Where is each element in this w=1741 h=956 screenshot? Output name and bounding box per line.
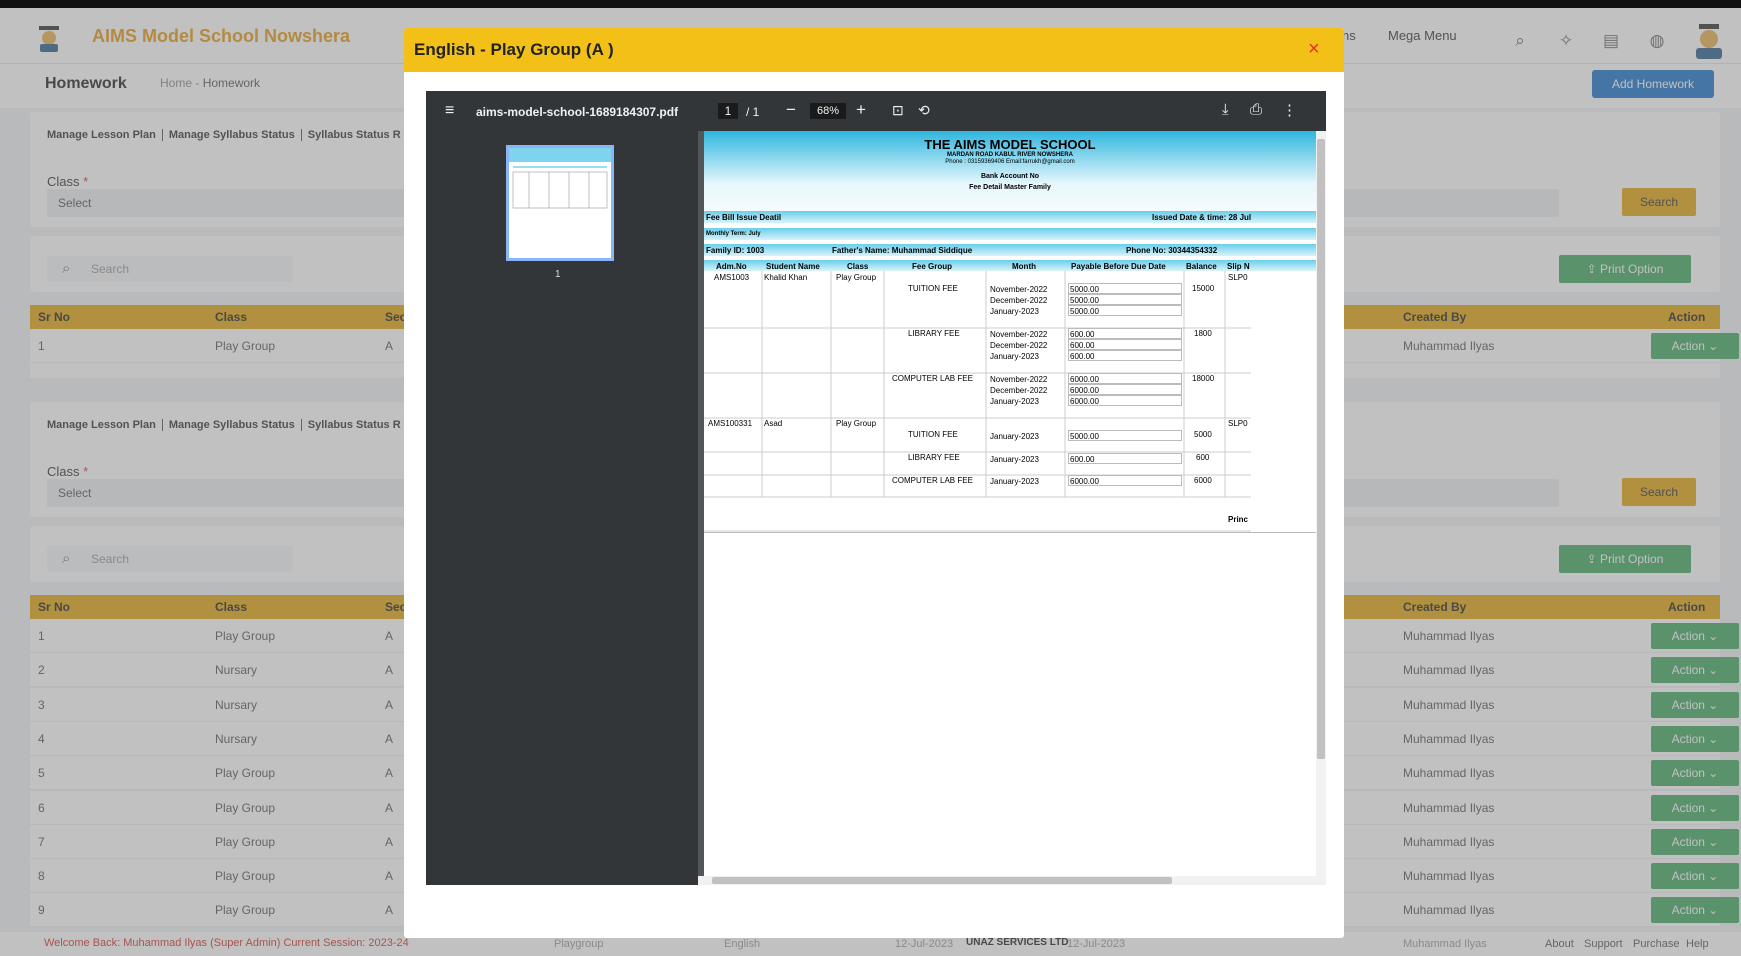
fee-month: January-2023: [990, 477, 1039, 486]
father-name: Father's Name: Muhammad Siddique: [832, 246, 973, 255]
fee-balance: 15000: [1192, 284, 1215, 293]
horizontal-scrollbar[interactable]: [698, 876, 1326, 885]
family-id: Family ID: 1003: [706, 246, 765, 255]
fee-amount: 6000.00: [1070, 386, 1099, 395]
fee-month: December-2022: [990, 341, 1048, 350]
zoom-in-icon[interactable]: +: [856, 100, 866, 120]
fee-balance: 18000: [1192, 374, 1215, 383]
pdf-toolbar: ≡ aims-model-school-1689184307.pdf 1 / 1…: [426, 91, 1326, 131]
col-month: Month: [1012, 262, 1036, 271]
fee-month: December-2022: [990, 386, 1048, 395]
fee-balance: 5000: [1194, 430, 1212, 439]
pdf-modal: English - Play Group (A ) × ≡ aims-model…: [404, 28, 1344, 938]
doc-bank: Bank Account No: [980, 173, 1040, 180]
fee-balance: 1800: [1194, 329, 1212, 338]
pdf-page: THE AIMS MODEL SCHOOL MARDAN ROAD KABUL …: [704, 131, 1316, 876]
vertical-scroll-thumb[interactable]: [1317, 139, 1325, 759]
fee-amount: 5000.00: [1070, 432, 1099, 441]
student-class: Play Group: [836, 273, 877, 282]
fee-month: January-2023: [990, 397, 1039, 406]
fee-group: LIBRARY FEE: [908, 453, 960, 462]
student-slip: SLP0: [1228, 419, 1248, 428]
fee-balance: 6000: [1194, 476, 1212, 485]
phone-no: Phone No: 30344354332: [1126, 246, 1218, 255]
doc-school-name: THE AIMS MODEL SCHOOL: [924, 137, 1096, 152]
col-fee-group: Fee Group: [912, 262, 953, 271]
fee-group: COMPUTER LAB FEE: [892, 476, 973, 485]
col-student-name: Student Name: [766, 262, 820, 271]
fee-amount: 600.00: [1070, 352, 1095, 361]
fee-amount: 600.00: [1070, 341, 1095, 350]
fee-amount: 6000.00: [1070, 375, 1099, 384]
page-input[interactable]: 1: [718, 103, 738, 119]
col-doc-class: Class: [847, 262, 869, 271]
bill-title: Fee Bill Issue Deatil: [706, 213, 782, 222]
fit-page-icon[interactable]: ⊡: [892, 102, 904, 119]
pdf-filename: aims-model-school-1689184307.pdf: [476, 105, 679, 119]
fee-month: January-2023: [990, 307, 1039, 316]
fee-balance: 600: [1196, 453, 1210, 462]
modal-header: English - Play Group (A ) ×: [404, 28, 1344, 72]
bill-band: Fee Bill Issue Deatil Issued Date & time:…: [704, 211, 1316, 223]
fee-amount: 600.00: [1070, 455, 1095, 464]
issued-date: Issued Date & time: 28 Jul: [1152, 213, 1252, 222]
thumbnail-preview: [509, 148, 611, 209]
fee-amount: 5000.00: [1070, 307, 1099, 316]
print-icon[interactable]: ⎙: [1250, 101, 1262, 118]
page-divider: [704, 532, 1316, 533]
fee-amount: 5000.00: [1070, 296, 1099, 305]
more-options-icon[interactable]: ⋮: [1282, 101, 1297, 119]
fee-month: January-2023: [990, 352, 1039, 361]
thumbnail-label: 1: [555, 269, 561, 280]
term-band: Monthly Term: July: [704, 228, 1316, 240]
family-band: Family ID: 1003 Father's Name: Muhammad S…: [704, 244, 1316, 256]
fee-amount: 5000.00: [1070, 285, 1099, 294]
columns-band: Adm.No Student Name Class Fee Group Mont…: [704, 260, 1316, 271]
doc-subtitle: Fee Detail Master Family: [969, 184, 1051, 191]
vertical-scrollbar[interactable]: [1316, 131, 1326, 876]
student-adm: AMS100331: [708, 419, 753, 428]
monthly-term: Monthly Term: July: [706, 231, 761, 237]
thumbnail-sidebar: 1: [426, 131, 698, 885]
student-name: Khalid Khan: [764, 273, 808, 282]
fee-amount: 6000.00: [1070, 477, 1099, 486]
menu-icon[interactable]: ≡: [445, 102, 454, 120]
col-slip: Slip N: [1227, 262, 1250, 271]
col-adm-no: Adm.No: [716, 262, 747, 271]
download-icon[interactable]: ⤓: [1222, 101, 1229, 118]
fee-group: TUITION FEE: [908, 284, 958, 293]
page-thumbnail[interactable]: [506, 145, 614, 261]
fee-amount: 6000.00: [1070, 397, 1099, 406]
fee-month: January-2023: [990, 432, 1039, 441]
fee-month: November-2022: [990, 375, 1048, 384]
student-adm: AMS1003: [714, 273, 750, 282]
doc-address: MARDAN ROAD KABUL RIVER NOWSHERA: [947, 152, 1073, 158]
rotate-icon[interactable]: ⟲: [918, 102, 930, 119]
close-icon[interactable]: ×: [1308, 38, 1320, 61]
fee-amount: 600.00: [1070, 330, 1095, 339]
col-payable: Payable Before Due Date: [1071, 262, 1166, 271]
student-slip: SLP0: [1228, 273, 1248, 282]
principal-signature: Princ: [1228, 515, 1249, 524]
page-count: / 1: [746, 105, 760, 119]
zoom-level[interactable]: 68%: [810, 103, 846, 119]
modal-title: English - Play Group (A ): [414, 40, 614, 59]
pdf-viewer: ≡ aims-model-school-1689184307.pdf 1 / 1…: [426, 91, 1326, 885]
app-root: AIMS Model School Nowshera ns Mega Menu …: [0, 0, 1741, 956]
zoom-out-icon[interactable]: −: [786, 100, 796, 120]
fee-group: TUITION FEE: [908, 430, 958, 439]
student-class: Play Group: [836, 419, 877, 428]
col-balance: Balance: [1186, 262, 1217, 271]
fee-month: November-2022: [990, 285, 1048, 294]
fee-group: LIBRARY FEE: [908, 329, 960, 338]
fee-month: November-2022: [990, 330, 1048, 339]
fee-group: COMPUTER LAB FEE: [892, 374, 973, 383]
fee-month: December-2022: [990, 296, 1048, 305]
fee-month: January-2023: [990, 455, 1039, 464]
horizontal-scroll-thumb[interactable]: [712, 877, 1172, 884]
student-name: Asad: [764, 419, 783, 428]
doc-contact: Phone : 03159369406 Email:farrukh@gmail.…: [945, 159, 1075, 165]
top-strip: [0, 0, 1741, 8]
